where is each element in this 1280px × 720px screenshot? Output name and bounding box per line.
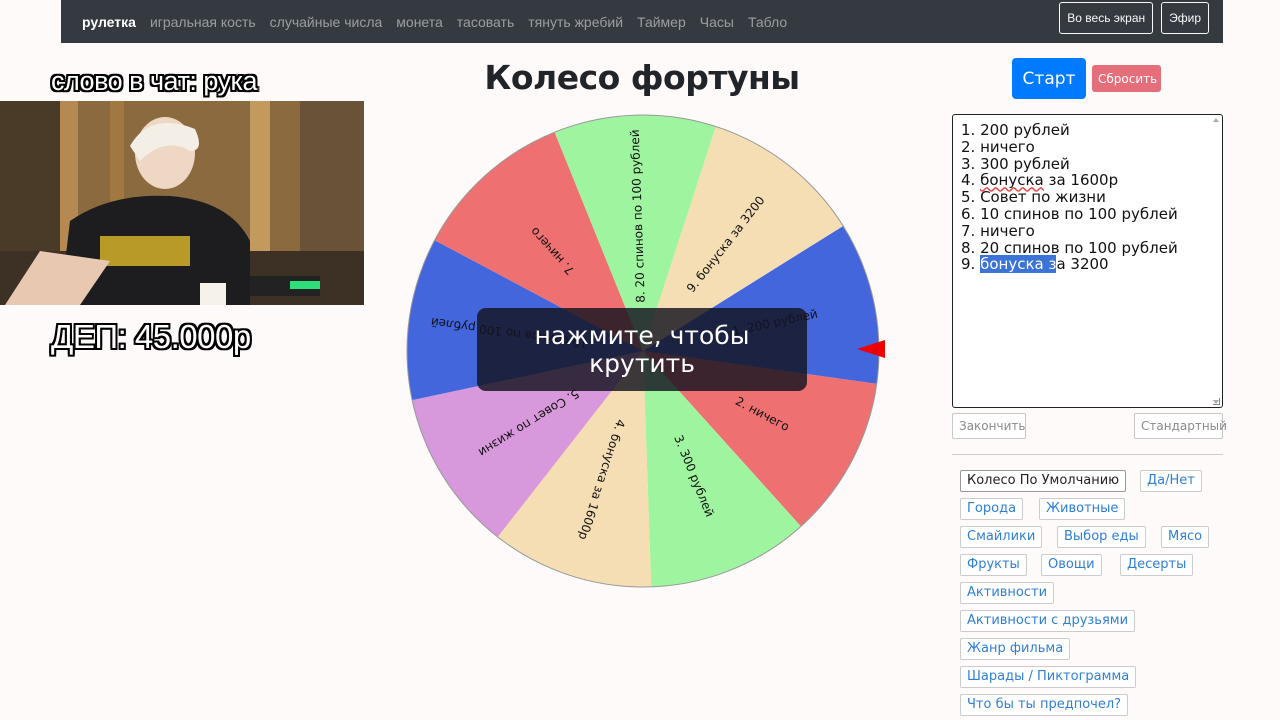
entry-line-last: 9. бонуска за 3200 — [961, 255, 1214, 274]
preset-animals[interactable]: Животные — [1039, 498, 1126, 520]
live-button[interactable]: Эфир — [1161, 2, 1209, 34]
start-button[interactable]: Старт — [1012, 58, 1086, 99]
preset-fruits[interactable]: Фрукты — [960, 554, 1027, 576]
nav-coin[interactable]: монета — [389, 2, 450, 42]
chat-word-overlay: слово в чат: рука — [51, 66, 257, 96]
divider — [952, 454, 1223, 455]
preset-default-wheel[interactable]: Колесо По Умолчанию — [960, 470, 1127, 492]
nav-right-buttons: Во весь экран Эфир — [1059, 2, 1209, 34]
preset-would-you-rather[interactable]: Что бы ты предпочел? — [960, 694, 1129, 716]
preset-cities[interactable]: Города — [960, 498, 1024, 520]
preset-meat[interactable]: Мясо — [1161, 526, 1210, 548]
entry-line: 7. ничего — [961, 221, 1035, 240]
top-navbar: рулетка игральная кость случайные числа … — [61, 0, 1223, 43]
spin-hint-text: нажмите, чтобы крутить — [534, 320, 750, 378]
page-title: Колесо фортуны — [484, 58, 800, 97]
preset-yes-no[interactable]: Да/Нет — [1140, 470, 1202, 492]
entry-rest: а 3200 — [1056, 255, 1109, 274]
entry-prefix: 9. — [961, 255, 981, 274]
entry-line: 3. 300 рублей — [961, 154, 1070, 173]
webcam-image — [0, 101, 364, 305]
entries-textarea[interactable]: 1. 200 рублей 2. ничего 3. 300 рублей 4.… — [952, 114, 1223, 408]
preset-vegetables[interactable]: Овощи — [1041, 554, 1102, 576]
nav-dice[interactable]: игральная кость — [143, 2, 263, 42]
preset-activities-friends[interactable]: Активности с друзьями — [960, 610, 1136, 632]
nav-roulette[interactable]: рулетка — [61, 2, 143, 42]
entry-line: 2. ничего — [961, 137, 1035, 156]
entry-line: 8. 20 спинов по 100 рублей — [961, 238, 1178, 257]
entry-line: 5. Совет по жизни — [961, 188, 1106, 207]
textarea-scrollbar[interactable] — [1212, 117, 1220, 405]
standard-button[interactable]: Стандартный — [1134, 413, 1227, 439]
nav-clock[interactable]: Часы — [693, 2, 741, 42]
wheel-pointer-icon — [857, 340, 885, 358]
spin-hint-overlay[interactable]: нажмите, чтобы крутить — [477, 308, 807, 391]
scroll-up-icon[interactable] — [1213, 118, 1219, 122]
preset-emoji[interactable]: Смайлики — [960, 526, 1043, 548]
deposit-overlay: ДЕП: 45.000р — [51, 318, 251, 355]
nav-shuffle[interactable]: тасовать — [450, 2, 521, 42]
preset-desserts[interactable]: Десерты — [1120, 554, 1194, 576]
nav-timer[interactable]: Таймер — [630, 2, 693, 42]
nav-scoreboard[interactable]: Табло — [741, 2, 794, 42]
nav-draw-lots[interactable]: тянуть жребий — [521, 2, 630, 42]
preset-food[interactable]: Выбор еды — [1057, 526, 1146, 548]
finish-button[interactable]: Закончить — [952, 413, 1026, 439]
entry-line: 1. 200 рублей — [961, 121, 1070, 139]
resize-grip-icon[interactable] — [1213, 398, 1220, 405]
misspelled-word: бонуска — [980, 171, 1044, 190]
entry-line: 4. бонуска за 1600р — [961, 171, 1119, 190]
preset-movie-genre[interactable]: Жанр фильма — [960, 638, 1071, 660]
preset-charades[interactable]: Шарады / Пиктограмма — [960, 666, 1137, 688]
preset-activities[interactable]: Активности — [960, 582, 1055, 604]
fullscreen-button[interactable]: Во весь экран — [1059, 2, 1154, 34]
reset-button[interactable]: Сбросить — [1092, 65, 1161, 92]
selected-text: бонуска з — [980, 255, 1057, 274]
webcam-feed — [0, 101, 364, 305]
nav-random-numbers[interactable]: случайные числа — [263, 2, 390, 42]
entry-line: 6. 10 спинов по 100 рублей — [961, 204, 1178, 223]
